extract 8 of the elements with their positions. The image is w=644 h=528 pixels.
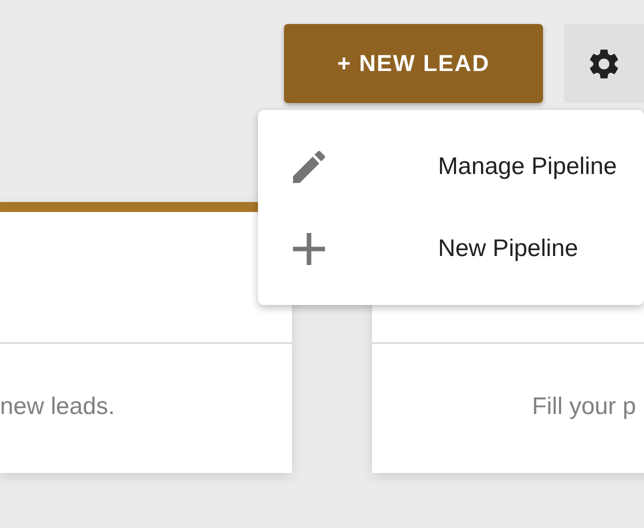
new-lead-button[interactable]: + NEW LEAD — [284, 24, 543, 103]
pencil-icon — [293, 151, 325, 183]
hint-text: new leads. — [0, 392, 115, 420]
menu-item[interactable]: Manage Pipeline — [258, 126, 644, 208]
hint-text: Fill your p — [532, 392, 636, 420]
plus-icon — [293, 233, 325, 265]
settings-button[interactable] — [564, 24, 644, 103]
menu-item[interactable]: New Pipeline — [258, 208, 644, 290]
